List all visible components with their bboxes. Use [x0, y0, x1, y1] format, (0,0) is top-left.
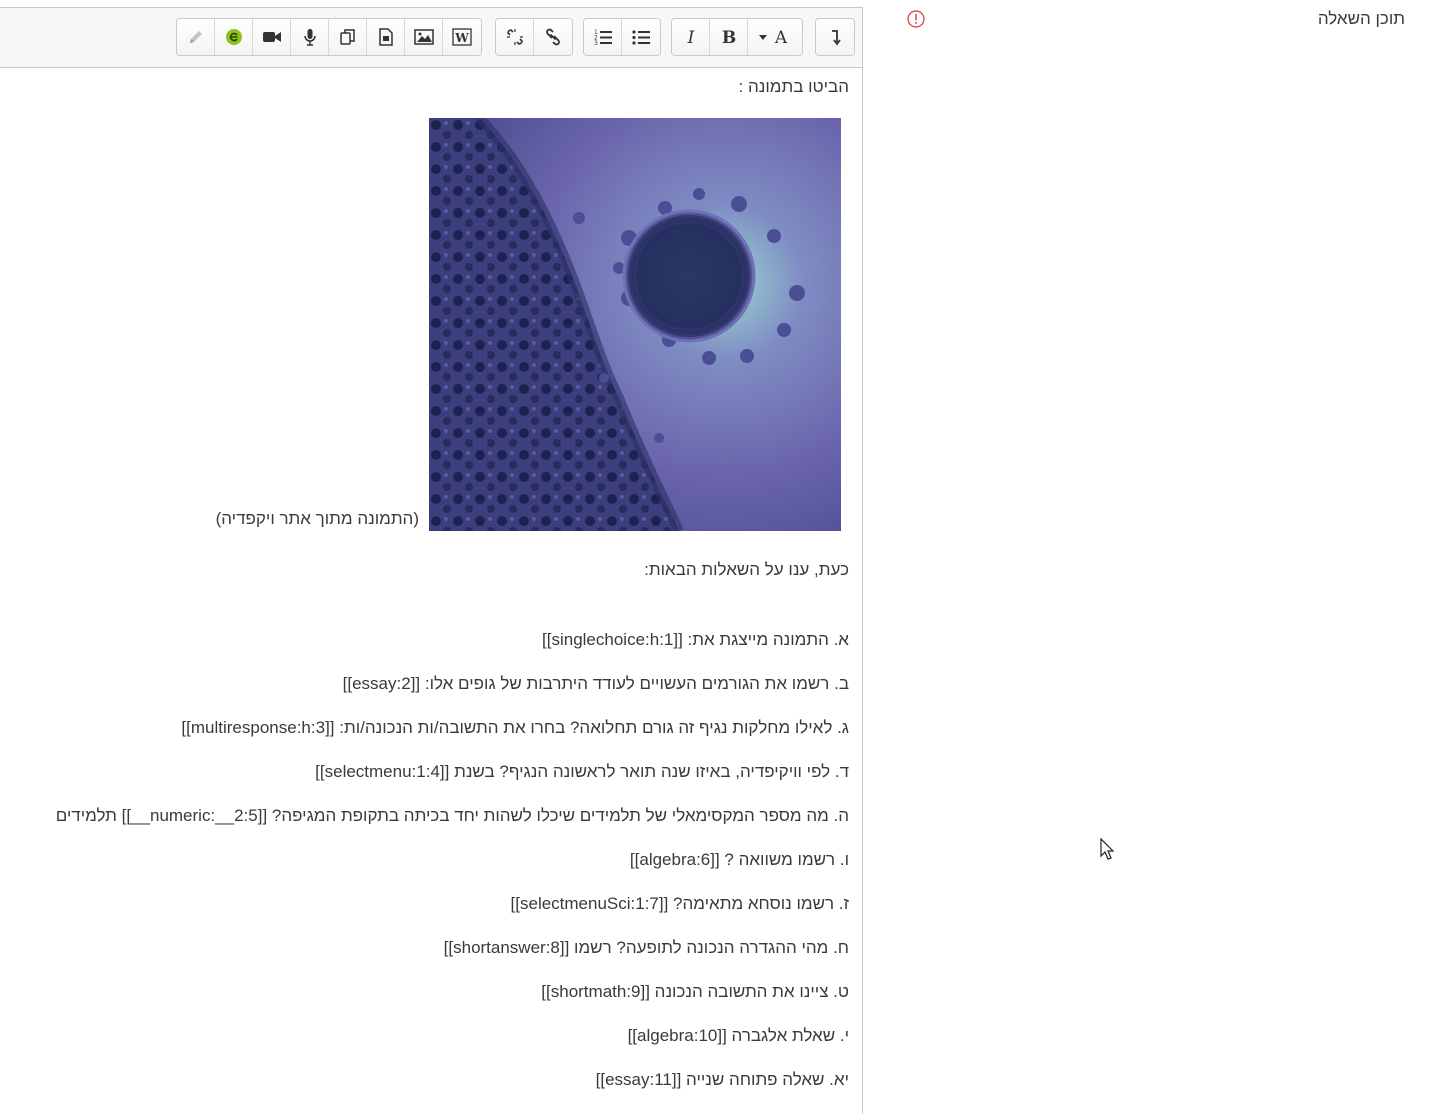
- text-editor: W 123 I B A הביטו בתמונה: (התמונה מתוך …: [0, 7, 863, 1114]
- svg-text:A: A: [774, 28, 788, 47]
- svg-text:I: I: [686, 28, 694, 47]
- microphone-icon[interactable]: [291, 19, 329, 55]
- pencil-icon[interactable]: [177, 19, 215, 55]
- font-style-icon[interactable]: A: [748, 19, 802, 55]
- question-line: ז. רשמו נוסחא מתאימה? [[selectmenuSci:1:…: [510, 894, 849, 913]
- question-line: ד. לפי וויקיפדיה, באיזו שנה תואר לראשונה…: [315, 762, 849, 781]
- editor-toolbar: W 123 I B A: [0, 8, 862, 68]
- question-line: א. התמונה מייצגת את: [[singlechoice:h:1]…: [542, 630, 849, 649]
- media-file-icon[interactable]: [367, 19, 405, 55]
- question-line: ו. רשמו משוואה ? [[algebra:6]]: [629, 850, 849, 869]
- italic-icon[interactable]: I: [672, 19, 710, 55]
- toolbar-group-format: I B A: [671, 18, 803, 56]
- question-line: יא. שאלה פתוחה שנייה [[essay:11]]: [595, 1070, 849, 1089]
- ordered-list-icon[interactable]: 123: [584, 19, 622, 55]
- image-caption: (התמונה מתוך אתר ויקפדיה): [215, 509, 419, 528]
- question-line: ח. מהי ההגדרה הנכונה לתופעה? רשמו [[shor…: [443, 938, 849, 957]
- word-import-icon[interactable]: W: [443, 19, 481, 55]
- exclamation-circle-icon: [906, 9, 926, 34]
- copy-icon[interactable]: [329, 19, 367, 55]
- editor-content-area[interactable]: הביטו בתמונה : (התמונה מתוך אתר ויקפדיה)…: [0, 68, 862, 1114]
- prompt-text: כעת, ענו על השאלות הבאות:: [644, 560, 849, 579]
- unordered-list-icon[interactable]: [622, 19, 660, 55]
- toolbar-group-links: [495, 18, 573, 56]
- video-icon[interactable]: [253, 19, 291, 55]
- unlink-icon[interactable]: [496, 19, 534, 55]
- svg-text:W: W: [454, 31, 469, 45]
- green-equation-icon[interactable]: [215, 19, 253, 55]
- svg-text:3: 3: [594, 40, 598, 47]
- virus-image[interactable]: [429, 118, 841, 531]
- toolbar-group-direction: [815, 18, 855, 56]
- link-icon[interactable]: [534, 19, 572, 55]
- rtl-direction-icon[interactable]: [816, 19, 854, 55]
- mouse-pointer-icon: [1100, 837, 1116, 867]
- toolbar-group-insert: W: [176, 18, 482, 56]
- question-line: ט. ציינו את התשובה הנכונה [[shortmath:9]…: [541, 982, 849, 1001]
- field-label: תוכן השאלה: [1317, 9, 1405, 28]
- question-line: ג. לאילו מחלקות נגיף זה גורם תחלואה? בחר…: [181, 718, 849, 737]
- image-icon[interactable]: [405, 19, 443, 55]
- intro-text: הביטו בתמונה :: [738, 77, 849, 96]
- question-line: ה. מה מספר המקסימאלי של תלמידים שיכלו לש…: [55, 806, 849, 825]
- svg-text:B: B: [721, 28, 735, 47]
- question-line: ב. רשמו את הגורמים העשויים לעודד היתרבות…: [342, 674, 849, 693]
- toolbar-group-lists: 123: [583, 18, 661, 56]
- question-line: י. שאלת אלגברה [[algebra:10]]: [627, 1026, 849, 1045]
- bold-icon[interactable]: B: [710, 19, 748, 55]
